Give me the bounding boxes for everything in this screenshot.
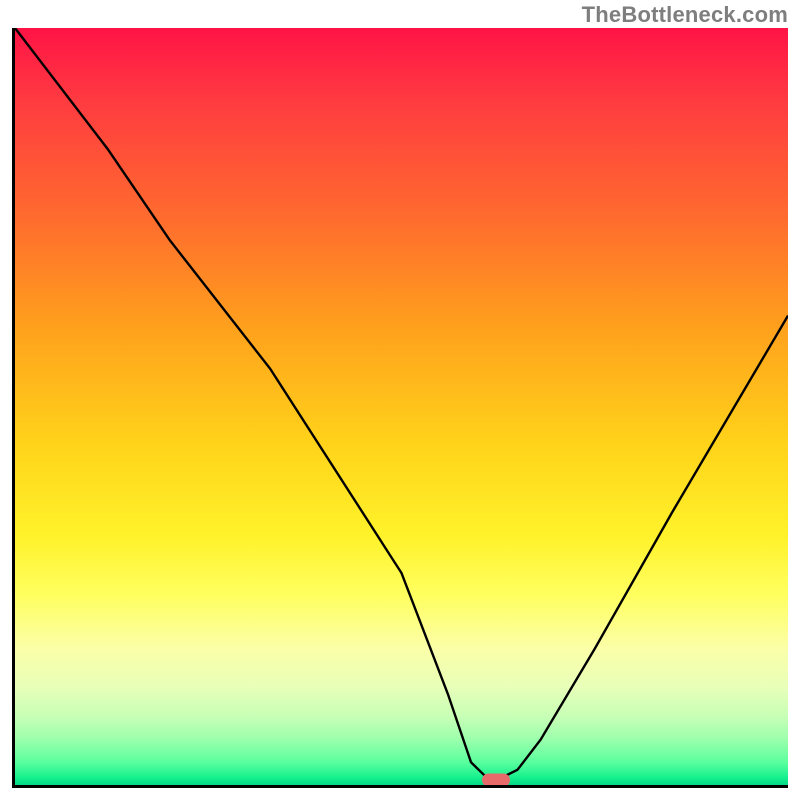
bottleneck-curve — [15, 28, 788, 777]
curve-svg — [15, 28, 788, 785]
attribution-label: TheBottleneck.com — [582, 2, 788, 28]
chart-container: TheBottleneck.com — [0, 0, 800, 800]
plot-area — [12, 28, 788, 788]
optimum-marker — [482, 774, 510, 787]
